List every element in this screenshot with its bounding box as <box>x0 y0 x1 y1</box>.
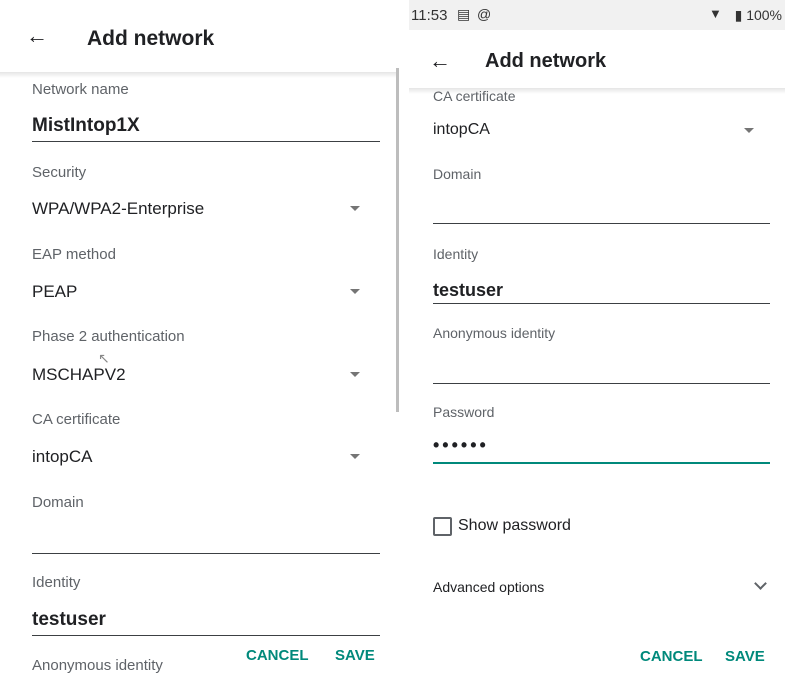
toolbar: ← Add network <box>409 30 785 88</box>
domain-label: Domain <box>433 166 482 182</box>
panel-divider <box>399 0 409 682</box>
identity-label: Identity <box>32 574 81 591</box>
at-sign-icon: @ <box>477 6 492 22</box>
show-password-label[interactable]: Show password <box>458 517 571 535</box>
mouse-pointer-icon: ↖ <box>98 350 110 366</box>
advanced-options-label[interactable]: Advanced options <box>433 579 544 595</box>
password-underline <box>433 462 770 464</box>
back-arrow-icon[interactable]: ← <box>429 50 451 72</box>
eap-method-dropdown[interactable]: PEAP <box>32 282 77 302</box>
phase2-dropdown[interactable]: MSCHAPV2 <box>32 365 126 385</box>
identity-underline <box>32 635 380 636</box>
dropdown-arrow-icon[interactable] <box>350 289 360 294</box>
ca-certificate-dropdown[interactable]: intopCA <box>32 447 92 467</box>
identity-underline <box>433 303 770 304</box>
dropdown-arrow-icon[interactable] <box>350 206 360 211</box>
chevron-down-icon[interactable] <box>754 577 767 590</box>
dropdown-arrow-icon[interactable] <box>350 372 360 377</box>
anonymous-identity-label: Anonymous identity <box>32 657 163 674</box>
battery-icon: ▮ <box>734 7 743 23</box>
network-name-underline <box>32 141 380 142</box>
network-name-input[interactable]: MistIntop1X <box>32 115 140 137</box>
page-title: Add network <box>485 50 607 72</box>
toolbar: ← Add network <box>0 0 399 72</box>
password-label: Password <box>433 404 495 420</box>
toolbar-shadow <box>0 72 399 78</box>
domain-underline <box>433 223 770 224</box>
save-button[interactable]: SAVE <box>335 647 375 664</box>
security-label: Security <box>32 164 87 181</box>
page-title: Add network <box>87 27 215 50</box>
wifi-icon: ▼ <box>709 6 722 21</box>
identity-label: Identity <box>433 246 479 262</box>
left-screen: ← Add network Network name MistIntop1X S… <box>0 0 399 682</box>
dropdown-arrow-icon[interactable] <box>744 128 754 133</box>
ca-certificate-label: CA certificate <box>433 88 516 104</box>
domain-label: Domain <box>32 494 84 511</box>
anonymous-identity-underline <box>433 383 770 384</box>
battery-percent: 100% <box>746 7 782 23</box>
phase2-label: Phase 2 authentication <box>32 328 185 345</box>
status-time: 11:53 <box>411 7 448 24</box>
eap-method-label: EAP method <box>32 246 116 263</box>
cancel-button[interactable]: CANCEL <box>246 647 309 664</box>
save-button[interactable]: SAVE <box>725 648 765 665</box>
status-bar: 11:53 ▤ @ ▼ ▮ 100% <box>409 0 785 30</box>
sim-icon: ▤ <box>457 6 471 22</box>
identity-input[interactable]: testuser <box>433 280 503 301</box>
battery-indicator: ▮ 100% <box>735 7 782 24</box>
cancel-button[interactable]: CANCEL <box>640 648 703 665</box>
show-password-checkbox[interactable] <box>433 517 452 536</box>
security-dropdown[interactable]: WPA/WPA2-Enterprise <box>32 199 204 219</box>
ca-certificate-dropdown[interactable]: intopCA <box>433 121 490 139</box>
anonymous-identity-label: Anonymous identity <box>433 325 556 341</box>
identity-input[interactable]: testuser <box>32 609 106 631</box>
domain-underline <box>32 553 380 554</box>
back-arrow-icon[interactable]: ← <box>26 25 48 47</box>
dropdown-arrow-icon[interactable] <box>350 454 360 459</box>
ca-certificate-label: CA certificate <box>32 411 121 428</box>
network-name-label: Network name <box>32 81 129 98</box>
password-input[interactable]: •••••• <box>433 435 489 456</box>
right-screen: 11:53 ▤ @ ▼ ▮ 100% ← Add network CA cert… <box>409 0 785 682</box>
